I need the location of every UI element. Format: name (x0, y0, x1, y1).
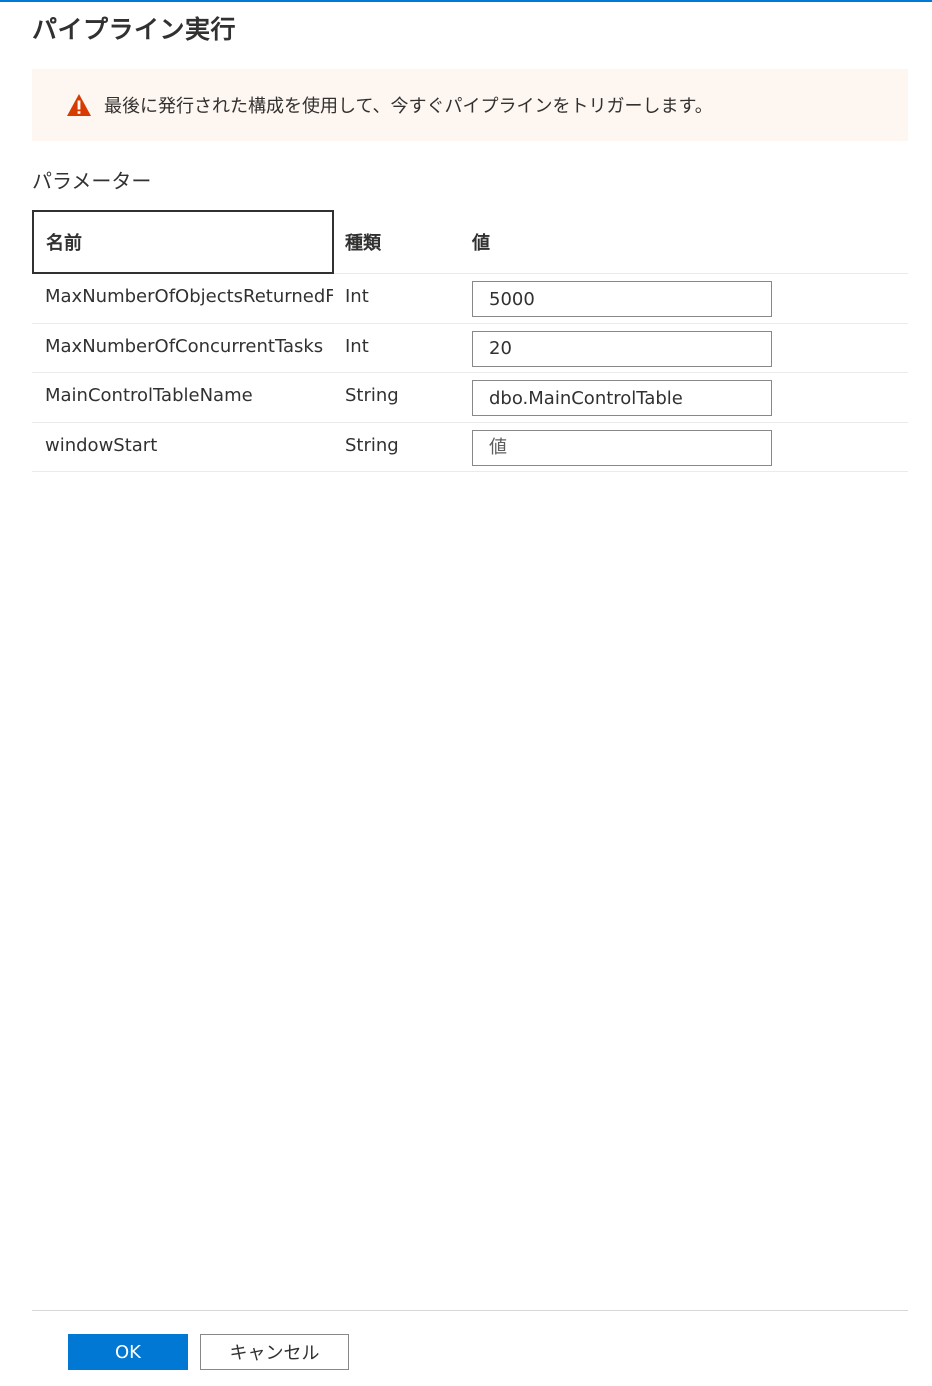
param-name: MainControlTableName (45, 385, 253, 406)
param-value-input[interactable] (472, 330, 772, 367)
param-type: Int (345, 335, 369, 357)
param-value-cell (472, 429, 772, 466)
warning-banner: 最後に発行された構成を使用して、今すぐパイプラインをトリガーします。 (32, 69, 908, 141)
param-value-input[interactable] (472, 281, 772, 317)
column-header-value: 値 (472, 233, 490, 254)
ok-button[interactable]: OK (68, 1334, 188, 1370)
table-row: MainControlTableName String (32, 373, 908, 423)
footer-divider (32, 1310, 908, 1311)
table-row: windowStart String (32, 423, 908, 472)
param-name: windowStart (45, 434, 158, 456)
param-value-input[interactable] (472, 429, 772, 466)
param-type: String (345, 385, 399, 406)
parameters-table: 名前 種類 値 MaxNumberOfObjectsReturnedFr Int… (32, 210, 908, 472)
param-type: String (345, 434, 399, 456)
param-value-cell (472, 281, 772, 317)
param-type: Int (345, 286, 369, 307)
cancel-button[interactable]: キャンセル (200, 1334, 349, 1370)
table-row: MaxNumberOfObjectsReturnedFr Int (32, 274, 908, 324)
column-header-type[interactable]: 種類 (345, 210, 381, 274)
table-header: 名前 種類 値 (32, 210, 908, 274)
param-value-cell (472, 380, 772, 416)
param-name: MaxNumberOfConcurrentTasks (45, 335, 324, 357)
table-row: MaxNumberOfConcurrentTasks Int (32, 324, 908, 373)
top-accent-bar (0, 0, 932, 2)
dialog-title: パイプライン実行 (32, 15, 237, 44)
param-name: MaxNumberOfObjectsReturnedFr (45, 286, 333, 307)
param-value-cell (472, 330, 772, 367)
column-header-name[interactable]: 名前 (32, 210, 334, 274)
banner-message: 最後に発行された構成を使用して、今すぐパイプラインをトリガーします。 (104, 96, 713, 117)
parameters-label: パラメーター (32, 169, 152, 193)
warning-icon (67, 94, 91, 116)
param-value-input[interactable] (472, 380, 772, 416)
